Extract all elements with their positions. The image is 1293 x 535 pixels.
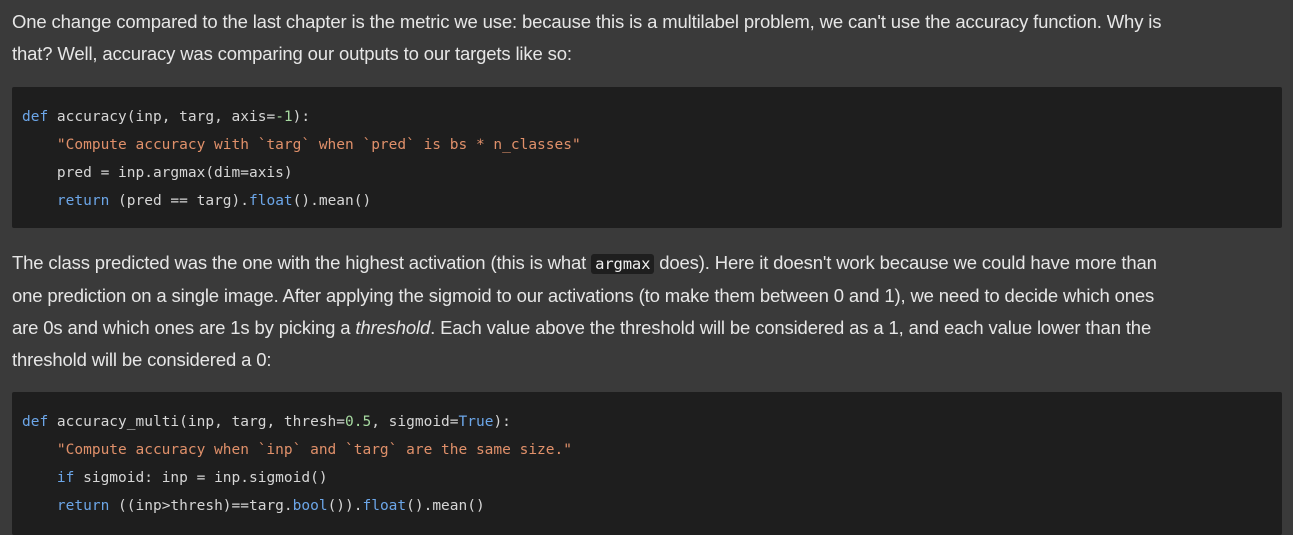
code-line: "Compute accuracy with `targ` when `pred… — [22, 135, 581, 155]
code-text: accuracy(inp, targ, axis= — [48, 109, 276, 125]
intro-paragraph: One change compared to the last chapter … — [12, 6, 1287, 70]
code-text: ().mean() — [406, 498, 485, 514]
paragraph-text: are 0s and which ones are 1s by picking … — [12, 317, 356, 338]
code-line: if sigmoid: inp = inp.sigmoid() — [22, 468, 328, 488]
code-block-accuracy: def accuracy(inp, targ, axis=-1): "Compu… — [12, 87, 1282, 228]
code-docstring: "Compute accuracy with `targ` when `pred… — [56, 137, 581, 153]
code-keyword: return — [56, 193, 110, 209]
code-keyword: if — [56, 470, 75, 486]
code-number: -1 — [275, 109, 293, 125]
explanation-paragraph: The class predicted was the one with the… — [12, 247, 1287, 376]
paragraph-line: are 0s and which ones are 1s by picking … — [12, 312, 1287, 344]
code-text: ((inp>thresh)==targ. — [109, 498, 293, 514]
paragraph-line: one prediction on a single image. After … — [12, 285, 1155, 306]
paragraph-line: The class predicted was the one with the… — [12, 247, 1287, 280]
inline-code-argmax: argmax — [591, 254, 655, 274]
paragraph-line: threshold will be considered a 0: — [12, 349, 272, 370]
code-line: return ((inp>thresh)==targ.bool()).float… — [22, 496, 485, 516]
paragraph-line: that? Well, accuracy was comparing our o… — [12, 43, 572, 64]
paragraph-line: One change compared to the last chapter … — [12, 11, 1162, 32]
code-line: pred = inp.argmax(dim=axis) — [22, 163, 293, 183]
code-builtin: float — [249, 193, 293, 209]
paragraph-text: does). Here it doesn't work because we c… — [654, 252, 1157, 273]
code-text: ): — [292, 109, 311, 125]
paragraph-text: The class predicted was the one with the… — [12, 252, 592, 273]
code-text: ()). — [327, 498, 363, 514]
code-builtin: float — [362, 498, 407, 514]
code-line: return (pred == targ).float().mean() — [22, 191, 371, 211]
code-text: , sigmoid= — [371, 414, 459, 430]
code-docstring: "Compute accuracy when `inp` and `targ` … — [56, 442, 572, 458]
code-number: 0.5 — [345, 414, 372, 430]
code-line: "Compute accuracy when `inp` and `targ` … — [22, 440, 572, 460]
code-keyword: def — [22, 414, 49, 430]
code-text: ().mean() — [292, 193, 372, 209]
code-keyword: True — [458, 414, 494, 430]
code-text: (pred == targ). — [109, 193, 249, 209]
paragraph-text: . Each value above the threshold will be… — [430, 317, 1152, 338]
code-line: def accuracy(inp, targ, axis=-1): — [22, 107, 310, 127]
code-text: ): — [493, 414, 511, 430]
code-text: accuracy_multi(inp, targ, thresh= — [48, 414, 346, 430]
code-line: def accuracy_multi(inp, targ, thresh=0.5… — [22, 412, 511, 432]
code-keyword: def — [22, 109, 49, 125]
code-block-accuracy-multi: def accuracy_multi(inp, targ, thresh=0.5… — [12, 392, 1282, 535]
page: One change compared to the last chapter … — [0, 0, 1293, 535]
code-text: sigmoid: inp = inp.sigmoid() — [74, 470, 328, 486]
code-text: pred = inp.argmax(dim=axis) — [56, 165, 293, 181]
code-keyword: return — [56, 498, 110, 514]
emphasis-threshold: threshold — [355, 317, 431, 338]
code-builtin: bool — [292, 498, 328, 514]
